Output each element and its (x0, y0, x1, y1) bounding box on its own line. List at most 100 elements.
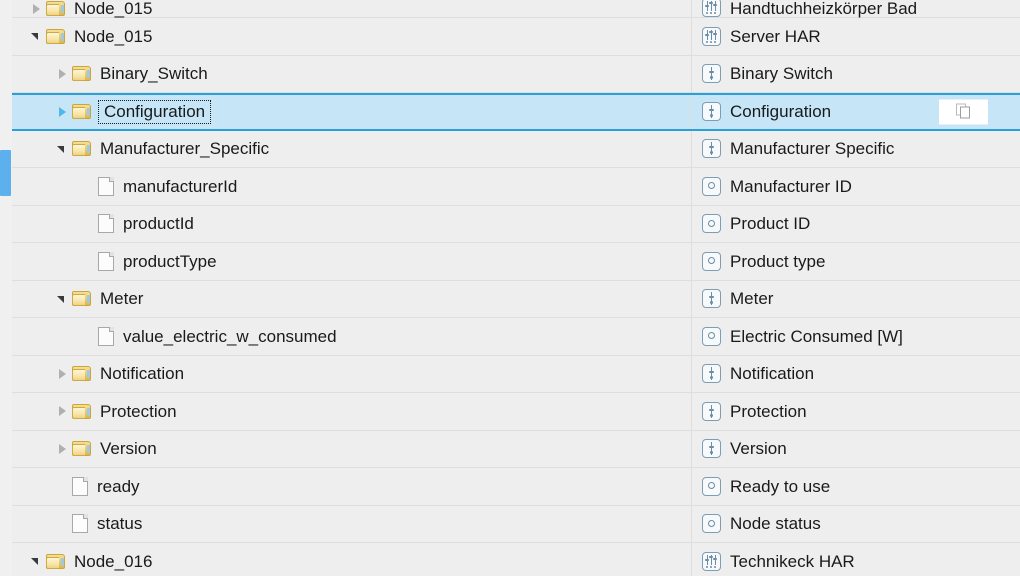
tree-cell-name[interactable]: manufacturerId (12, 168, 758, 205)
tree-row[interactable]: productId Product ID (12, 205, 1020, 243)
tree-cell-name[interactable]: Node_015 (12, 18, 706, 55)
tree-cell-label[interactable]: Product type (691, 243, 1020, 280)
vertical-scrollbar[interactable] (0, 0, 11, 576)
expand-triangle-icon[interactable] (54, 104, 70, 120)
collapse-triangle-icon[interactable] (28, 553, 44, 569)
node-name-label: productType (123, 251, 217, 271)
tree-row[interactable]: manufacturerId Manufacturer ID (12, 168, 1020, 206)
expand-triangle-icon[interactable] (28, 1, 44, 17)
tree-cell-label[interactable]: Handtuchheizkörper Bad (691, 0, 1020, 17)
node-name-label: Node_016 (74, 551, 153, 571)
tree-row[interactable]: value_electric_w_consumed Electric Consum… (12, 318, 1020, 356)
tree-cell-name[interactable]: Notification (12, 356, 732, 393)
tree-row[interactable]: Version Version (12, 430, 1020, 468)
channel-label: Node status (730, 514, 821, 534)
folder-icon (46, 28, 65, 45)
tree-row[interactable]: Configuration Configuration (12, 93, 1020, 131)
tree-cell-label[interactable]: Ready to use (691, 468, 1020, 505)
tree-row[interactable]: Protection Protection (12, 393, 1020, 431)
node-name-label: status (97, 514, 143, 534)
tree-cell-name[interactable]: productId (12, 206, 758, 243)
file-icon (98, 251, 114, 271)
scrollbar-thumb[interactable] (0, 150, 11, 196)
tree-cell-label[interactable]: Version (691, 430, 1020, 467)
expand-triangle-icon[interactable] (54, 403, 70, 419)
tree-row[interactable]: Node_015 Handtuchheizkörper Bad (12, 0, 1020, 18)
tree-cell-label[interactable]: Product ID (691, 205, 1020, 242)
tree-cell-name[interactable]: productType (12, 243, 758, 280)
collapse-triangle-icon[interactable] (54, 141, 70, 157)
channel-type-icon (702, 401, 721, 421)
tree-row[interactable]: productType Product type (12, 243, 1020, 281)
tree-row[interactable]: ready Ready to use (12, 468, 1020, 506)
tree-cell-name[interactable]: Node_016 (12, 543, 706, 576)
channel-label: Notification (730, 364, 815, 384)
folder-icon (72, 140, 91, 157)
node-name-label: ready (97, 476, 140, 496)
expand-triangle-icon[interactable] (54, 366, 70, 382)
file-icon (98, 176, 114, 196)
tree-cell-label[interactable]: Meter (691, 280, 1020, 317)
folder-icon (72, 403, 91, 420)
expand-triangle-icon[interactable] (54, 441, 70, 457)
node-name-label: productId (123, 214, 194, 234)
value-type-icon (702, 326, 721, 346)
tree-cell-name[interactable]: value_electric_w_consumed (12, 318, 758, 355)
value-type-icon (702, 514, 721, 534)
channel-type-icon (702, 289, 721, 309)
tree-cell-label[interactable]: Node status (691, 505, 1020, 542)
tree-cell-name[interactable]: status (12, 506, 732, 543)
file-icon (98, 214, 114, 234)
tree-cell-label[interactable]: Manufacturer Specific (691, 130, 1020, 167)
tree-row[interactable]: Node_015 Server HAR (12, 18, 1020, 56)
channel-label: Server HAR (730, 26, 821, 46)
node-name-label: value_electric_w_consumed (123, 326, 337, 346)
tree-cell-label[interactable]: Server HAR (691, 18, 1020, 55)
folder-icon (72, 365, 91, 382)
channel-label: Product type (730, 251, 826, 271)
tree-cell-name[interactable]: Node_015 (12, 0, 706, 17)
collapse-triangle-icon[interactable] (28, 28, 44, 44)
node-name-label: Notification (100, 364, 185, 384)
file-icon (72, 514, 88, 534)
expand-triangle-icon[interactable] (54, 66, 70, 82)
file-icon (72, 476, 88, 496)
tree-row[interactable]: Node_016 Technikeck HAR (12, 543, 1020, 576)
tree-cell-name[interactable]: Meter (12, 281, 732, 318)
tree-cell-name[interactable]: ready (12, 468, 732, 505)
channel-label: Protection (730, 401, 807, 421)
collapse-triangle-icon[interactable] (54, 291, 70, 307)
channel-type-icon (702, 102, 721, 122)
tree-cell-label[interactable]: Electric Consumed [W] (691, 318, 1020, 355)
tree-table-view: Node_015 Handtuchheizkörper Bad Node_015 Se… (0, 0, 1020, 576)
folder-icon (72, 65, 91, 82)
channel-label: Configuration (730, 102, 832, 122)
tree-cell-name[interactable]: Binary_Switch (12, 56, 732, 93)
channel-label: Electric Consumed [W] (730, 326, 903, 346)
tree-cell-label[interactable]: Configuration (691, 95, 1020, 129)
node-type-icon (702, 551, 721, 571)
tree-cell-label[interactable]: Binary Switch (691, 55, 1020, 92)
value-type-icon (702, 176, 721, 196)
tree-row[interactable]: Meter Meter (12, 280, 1020, 318)
tree-cell-label[interactable]: Technikeck HAR (691, 543, 1020, 576)
tree-row[interactable]: Binary_Switch Binary Switch (12, 55, 1020, 93)
channel-label: Version (730, 439, 787, 459)
tree-row[interactable]: Manufacturer_Specific Manufacturer Specif… (12, 130, 1020, 168)
tree-cell-label[interactable]: Protection (691, 393, 1020, 430)
tree-cell-name[interactable]: Manufacturer_Specific (12, 131, 732, 168)
tree-cell-name[interactable]: Protection (12, 393, 732, 430)
tree-cell-name[interactable]: Version (12, 431, 732, 468)
tree-cell-name[interactable]: Configuration (12, 95, 732, 129)
tree-row[interactable]: status Node status (12, 505, 1020, 543)
node-name-label: manufacturerId (123, 176, 238, 196)
tree-cell-label[interactable]: Notification (691, 355, 1020, 392)
folder-icon (46, 0, 65, 17)
tree-cell-label[interactable]: Manufacturer ID (691, 168, 1020, 205)
node-type-icon (702, 0, 721, 17)
tree-row[interactable]: Notification Notification (12, 355, 1020, 393)
